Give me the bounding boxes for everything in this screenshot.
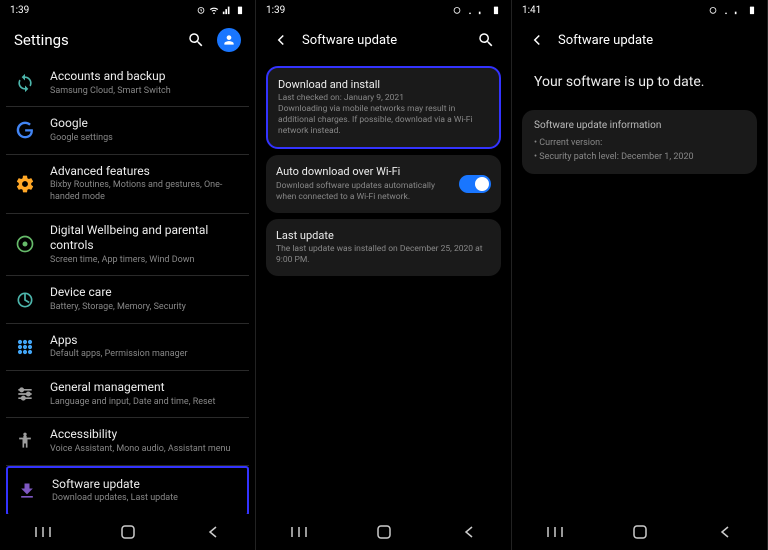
alarm-icon [452, 5, 462, 15]
wifi-icon [465, 5, 475, 15]
status-bar: 1:39 [0, 0, 255, 20]
clock: 1:41 [522, 5, 541, 16]
signal-icon [478, 5, 488, 15]
signal-icon [222, 5, 232, 15]
page-title: Software update [558, 33, 753, 48]
signal-icon [734, 5, 744, 15]
auto-download-toggle-row[interactable]: Auto download over Wi-Fi Download softwa… [266, 157, 501, 210]
update-status-screen: 1:41 Software update Your software is up… [512, 0, 768, 550]
settings-item-accessibility[interactable]: AccessibilityVoice Assistant, Mono audio… [6, 418, 249, 465]
nav-bar [256, 514, 511, 550]
settings-item-apps[interactable]: AppsDefault apps, Permission manager [6, 324, 249, 371]
settings-item-accounts[interactable]: Accounts and backupSamsung Cloud, Smart … [6, 60, 249, 107]
info-patch: • Security patch level: December 1, 2020 [534, 151, 745, 165]
nav-bar [0, 514, 255, 550]
download-install-card[interactable]: Download and install Last checked on: Ja… [266, 66, 501, 149]
status-icons [196, 5, 245, 15]
software-update-screen: 1:39 Software update Download and instal… [256, 0, 512, 550]
nav-home[interactable] [620, 524, 660, 540]
battery-icon [235, 5, 245, 15]
status-bar: 1:41 [512, 0, 767, 20]
person-icon [222, 33, 236, 47]
search-button[interactable] [475, 29, 497, 51]
nav-back[interactable] [193, 525, 233, 539]
status-content: Your software is up to date. Software up… [512, 60, 767, 514]
battery-icon [491, 5, 501, 15]
search-button[interactable] [185, 29, 207, 51]
settings-item-advanced[interactable]: Advanced featuresBixby Routines, Motions… [6, 155, 249, 214]
auto-download-card: Auto download over Wi-Fi Download softwa… [266, 155, 501, 212]
accessibility-icon [14, 430, 36, 452]
update-info-card: Software update information • Current ve… [522, 110, 757, 174]
nav-home[interactable] [364, 524, 404, 540]
auto-download-toggle[interactable] [459, 175, 491, 193]
alarm-icon [708, 5, 718, 15]
apps-icon [14, 336, 36, 358]
status-icons [708, 5, 757, 15]
chevron-left-icon [528, 31, 546, 49]
download-icon [16, 480, 38, 502]
google-icon [14, 119, 36, 141]
gear-icon [14, 173, 36, 195]
sliders-icon [14, 383, 36, 405]
page-title: Settings [14, 31, 175, 49]
wifi-icon [721, 5, 731, 15]
wellbeing-icon [14, 233, 36, 255]
nav-bar [512, 514, 767, 550]
last-update-card[interactable]: Last update The last update was installe… [266, 219, 501, 276]
back-button[interactable] [526, 29, 548, 51]
search-icon [187, 31, 205, 49]
battery-icon [747, 5, 757, 15]
settings-list: Accounts and backupSamsung Cloud, Smart … [0, 60, 255, 514]
info-version: • Current version: [534, 137, 745, 151]
update-options: Download and install Last checked on: Ja… [256, 60, 511, 514]
status-message: Your software is up to date. [518, 60, 761, 104]
settings-item-google[interactable]: GoogleGoogle settings [6, 107, 249, 154]
nav-home[interactable] [108, 524, 148, 540]
info-title: Software update information [534, 120, 745, 131]
settings-item-general[interactable]: General managementLanguage and input, Da… [6, 371, 249, 418]
nav-back[interactable] [449, 525, 489, 539]
nav-recents[interactable] [279, 525, 319, 539]
wifi-icon [209, 5, 219, 15]
nav-recents[interactable] [23, 525, 63, 539]
chevron-left-icon [272, 31, 290, 49]
header: Software update [512, 20, 767, 60]
settings-screen: 1:39 Settings Accounts and backupSamsung… [0, 0, 256, 550]
header: Software update [256, 20, 511, 60]
page-title: Software update [302, 33, 465, 48]
device-care-icon [14, 289, 36, 311]
clock: 1:39 [266, 5, 285, 16]
header: Settings [0, 20, 255, 60]
nav-back[interactable] [705, 525, 745, 539]
settings-item-software-update[interactable]: Software updateDownload updates, Last up… [6, 466, 249, 514]
back-button[interactable] [270, 29, 292, 51]
nav-recents[interactable] [535, 525, 575, 539]
settings-item-wellbeing[interactable]: Digital Wellbeing and parental controlsS… [6, 214, 249, 277]
sync-icon [14, 72, 36, 94]
alarm-icon [196, 5, 206, 15]
clock: 1:39 [10, 5, 29, 16]
settings-item-device-care[interactable]: Device careBattery, Storage, Memory, Sec… [6, 276, 249, 323]
profile-button[interactable] [217, 28, 241, 52]
search-icon [477, 31, 495, 49]
status-bar: 1:39 [256, 0, 511, 20]
status-icons [452, 5, 501, 15]
